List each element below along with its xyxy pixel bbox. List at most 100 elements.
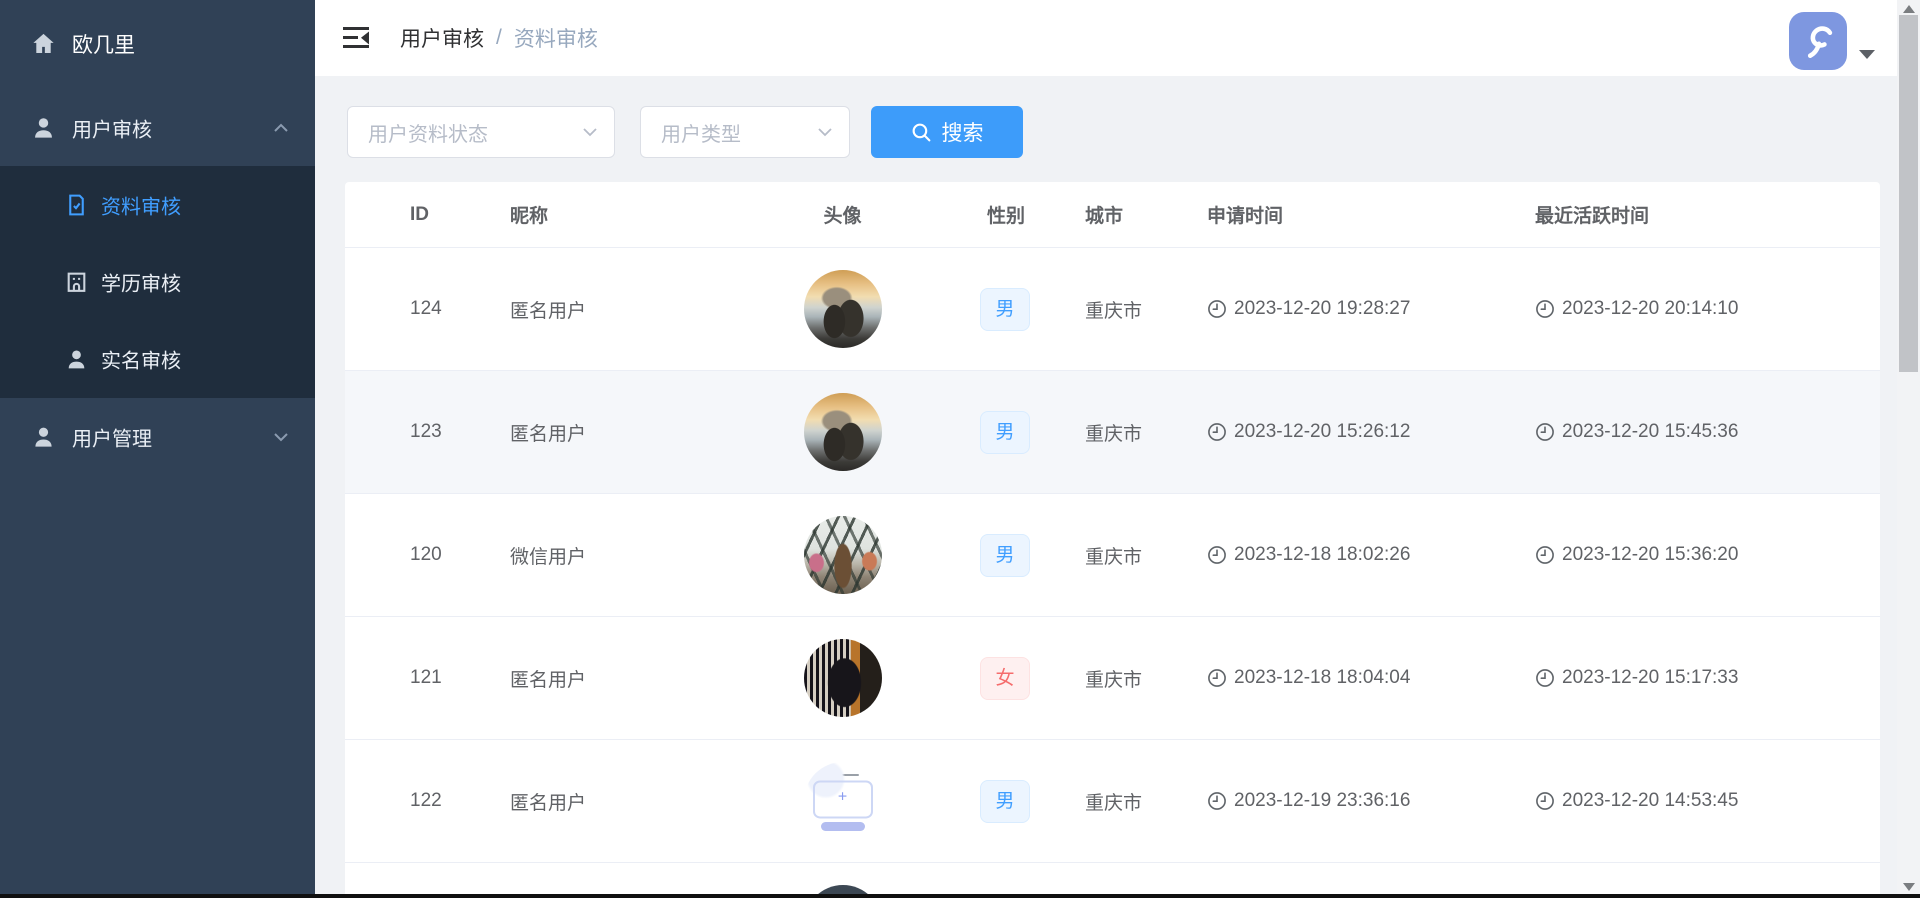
gender-tag: 女 (980, 657, 1030, 700)
cell-avatar (740, 516, 945, 594)
apply-time-value: 2023-12-18 18:02:26 (1234, 544, 1410, 566)
column-header-apply-time: 申请时间 (1207, 201, 1535, 228)
cell-id: 122 (345, 790, 510, 812)
clock-icon (1207, 422, 1227, 442)
search-icon (911, 122, 932, 143)
brand: 欧几里 (0, 20, 315, 68)
clock-icon (1207, 668, 1227, 688)
user-type-placeholder: 用户类型 (661, 118, 741, 147)
cell-nickname: 匿名用户 (510, 419, 740, 446)
sidebar-item-label: 学历审核 (101, 267, 181, 296)
column-header-nickname: 昵称 (510, 201, 740, 228)
search-button-label: 搜索 (942, 117, 984, 147)
breadcrumb: 用户审核 / 资料审核 (400, 0, 598, 76)
sidebar-item-user-audit[interactable]: 用户审核 (0, 100, 315, 156)
brand-title: 欧几里 (72, 29, 135, 59)
cell-gender: 男 (945, 288, 1085, 331)
sidebar-item-education-audit[interactable]: 学历审核 (0, 243, 315, 320)
chevron-down-icon (817, 127, 833, 137)
window-bottom-edge (0, 894, 1920, 898)
breadcrumb-item-user-audit[interactable]: 用户审核 (400, 23, 484, 53)
breadcrumb-separator: / (496, 26, 502, 50)
cell-active-time: 2023-12-20 15:36:20 (1535, 544, 1880, 566)
audit-table: ID 昵称 头像 性别 城市 申请时间 最近活跃时间 124 匿名用户 男 重庆… (345, 182, 1880, 898)
cell-apply-time: 2023-12-20 19:28:27 (1207, 298, 1535, 320)
user-type-select[interactable]: 用户类型 (640, 106, 850, 158)
search-button[interactable]: 搜索 (871, 106, 1023, 158)
active-time-value: 2023-12-20 20:14:10 (1562, 298, 1738, 320)
sidebar-item-label: 实名审核 (101, 344, 181, 373)
cell-avatar (740, 270, 945, 348)
clock-icon (1207, 299, 1227, 319)
scrollbar-thumb[interactable] (1899, 15, 1918, 372)
cell-city: 重庆市 (1085, 788, 1207, 815)
topbar: 用户审核 / 资料审核 (315, 0, 1897, 76)
column-header-avatar: 头像 (740, 201, 945, 228)
cell-avatar (740, 639, 945, 717)
column-header-active-time: 最近活跃时间 (1535, 201, 1880, 228)
column-header-city: 城市 (1085, 201, 1207, 228)
cell-city: 重庆市 (1085, 419, 1207, 446)
cell-id: 120 (345, 544, 510, 566)
table-row (345, 863, 1880, 898)
vertical-scrollbar[interactable] (1897, 0, 1920, 898)
cell-id: 124 (345, 298, 510, 320)
cell-id: 121 (345, 667, 510, 689)
profile-status-select[interactable]: 用户资料状态 (347, 106, 615, 158)
collapse-sidebar-icon[interactable] (343, 26, 371, 50)
cell-avatar (740, 393, 945, 471)
sidebar-submenu: 资料审核 学历审核 实名审核 (0, 166, 315, 398)
apply-time-value: 2023-12-19 23:36:16 (1234, 790, 1410, 812)
cell-city: 重庆市 (1085, 665, 1207, 692)
cell-active-time: 2023-12-20 20:14:10 (1535, 298, 1880, 320)
column-header-id: ID (345, 204, 510, 226)
cell-active-time: 2023-12-20 14:53:45 (1535, 790, 1880, 812)
gender-tag: 男 (980, 288, 1030, 331)
home-icon (30, 31, 57, 58)
sidebar-item-label: 用户管理 (72, 423, 152, 452)
clock-icon (1207, 791, 1227, 811)
gender-tag: 男 (980, 780, 1030, 823)
cell-id: 123 (345, 421, 510, 443)
user-audit-icon (30, 115, 57, 142)
cell-apply-time: 2023-12-18 18:04:04 (1207, 667, 1535, 689)
user-avatar[interactable] (1789, 12, 1847, 70)
table-header: ID 昵称 头像 性别 城市 申请时间 最近活跃时间 (345, 182, 1880, 248)
realname-person-icon (64, 346, 89, 371)
cell-apply-time: 2023-12-18 18:02:26 (1207, 544, 1535, 566)
cell-avatar (740, 762, 945, 840)
scrollbar-down-button[interactable] (1897, 878, 1920, 895)
chevron-down-icon (273, 432, 289, 442)
cell-nickname: 匿名用户 (510, 788, 740, 815)
user-avatar-image (804, 270, 882, 348)
cell-apply-time: 2023-12-19 23:36:16 (1207, 790, 1535, 812)
sidebar-item-user-manage[interactable]: 用户管理 (0, 409, 315, 465)
clock-icon (1535, 299, 1555, 319)
breadcrumb-item-profile-audit: 资料审核 (514, 23, 598, 53)
caret-down-icon[interactable] (1859, 50, 1875, 59)
clock-icon (1535, 791, 1555, 811)
apply-time-value: 2023-12-18 18:04:04 (1234, 667, 1410, 689)
user-avatar-image (804, 762, 882, 840)
table-row: 121 匿名用户 女 重庆市 2023-12-18 18:04:04 2023-… (345, 617, 1880, 740)
table-body: 124 匿名用户 男 重庆市 2023-12-20 19:28:27 2023-… (345, 248, 1880, 898)
cell-nickname: 匿名用户 (510, 296, 740, 323)
active-time-value: 2023-12-20 15:17:33 (1562, 667, 1738, 689)
table-row: 122 匿名用户 男 重庆市 2023-12-19 23:36:16 2023-… (345, 740, 1880, 863)
cell-nickname: 匿名用户 (510, 665, 740, 692)
cell-nickname: 微信用户 (510, 542, 740, 569)
column-header-gender: 性别 (945, 201, 1085, 228)
document-check-icon (64, 192, 89, 217)
user-avatar-image (804, 393, 882, 471)
sidebar-item-profile-audit[interactable]: 资料审核 (0, 166, 315, 243)
user-manage-icon (30, 424, 57, 451)
user-avatar-image (804, 516, 882, 594)
sidebar-item-realname-audit[interactable]: 实名审核 (0, 320, 315, 397)
active-time-value: 2023-12-20 14:53:45 (1562, 790, 1738, 812)
apply-time-value: 2023-12-20 15:26:12 (1234, 421, 1410, 443)
cell-gender: 男 (945, 534, 1085, 577)
table-row: 123 匿名用户 男 重庆市 2023-12-20 15:26:12 2023-… (345, 371, 1880, 494)
active-time-value: 2023-12-20 15:45:36 (1562, 421, 1738, 443)
user-avatar-image (804, 639, 882, 717)
cell-active-time: 2023-12-20 15:45:36 (1535, 421, 1880, 443)
